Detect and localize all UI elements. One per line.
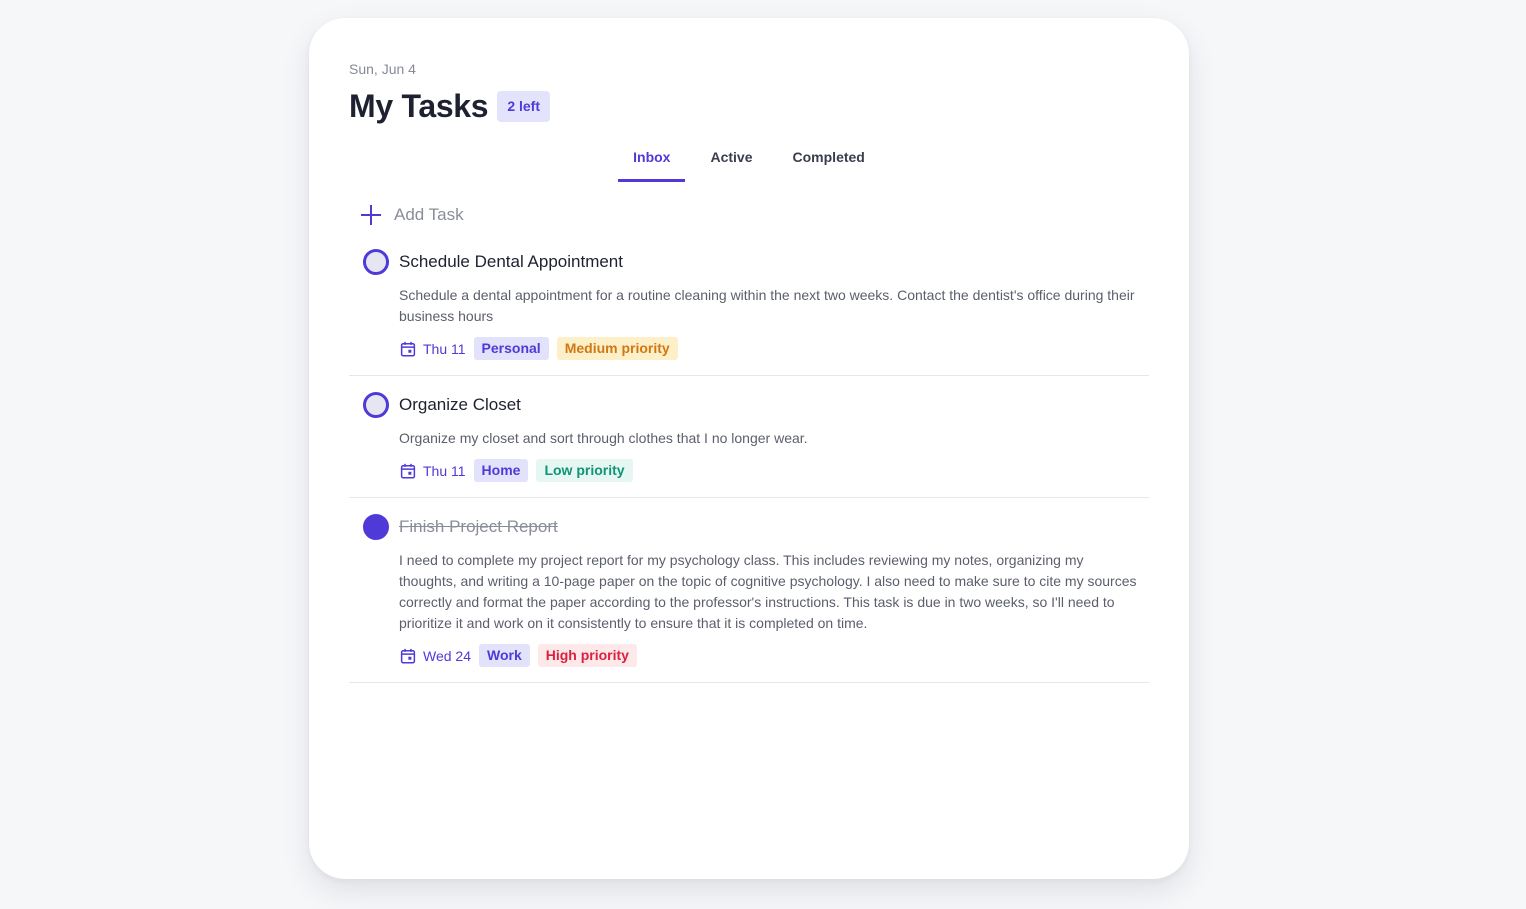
category-tag: Home (473, 459, 529, 482)
task-title[interactable]: Finish Project Report (399, 517, 558, 537)
priority-tag: Low priority (536, 459, 633, 482)
priority-tag: Medium priority (556, 337, 678, 360)
task-meta: Thu 11 Personal Medium priority (399, 337, 1149, 360)
task-due-date: Wed 24 (423, 647, 471, 664)
task-item: Schedule Dental Appointment Schedule a d… (349, 247, 1149, 376)
add-task-button[interactable]: Add Task (349, 200, 1149, 230)
task-due-date: Thu 11 (423, 340, 466, 357)
task-complete-toggle[interactable] (363, 392, 389, 418)
plus-icon (361, 205, 381, 225)
tasks-card: Sun, Jun 4 My Tasks 2 left Inbox Active … (309, 18, 1189, 879)
task-header: Schedule Dental Appointment (349, 247, 1149, 277)
category-tag: Personal (473, 337, 549, 360)
priority-tag: High priority (537, 644, 637, 667)
calendar-icon (400, 341, 416, 356)
task-complete-toggle[interactable] (363, 514, 389, 540)
remaining-count-badge: 2 left (497, 90, 550, 122)
category-tag: Work (479, 644, 530, 667)
add-task-label: Add Task (394, 205, 464, 224)
title-row: My Tasks 2 left (349, 86, 1149, 126)
task-meta: Thu 11 Home Low priority (399, 459, 1149, 482)
task-due-date: Thu 11 (423, 462, 466, 479)
task-description: I need to complete my project report for… (399, 552, 1137, 631)
task-header: Finish Project Report (349, 512, 1149, 542)
task-description: Organize my closet and sort through clot… (399, 430, 808, 446)
tab-bar: Inbox Active Completed (349, 142, 1149, 182)
task-meta: Wed 24 Work High priority (399, 644, 1149, 667)
tab-active[interactable]: Active (695, 142, 767, 182)
tab-inbox[interactable]: Inbox (618, 142, 686, 182)
current-date: Sun, Jun 4 (349, 61, 416, 77)
task-title[interactable]: Organize Closet (399, 395, 521, 415)
task-title[interactable]: Schedule Dental Appointment (399, 252, 623, 272)
tab-completed[interactable]: Completed (778, 142, 880, 182)
calendar-icon (400, 648, 416, 663)
calendar-icon (400, 463, 416, 478)
page-title: My Tasks (349, 87, 489, 124)
task-complete-toggle[interactable] (363, 249, 389, 275)
task-description: Schedule a dental appointment for a rout… (399, 287, 1135, 324)
task-header: Organize Closet (349, 390, 1149, 420)
task-item: Organize Closet Organize my closet and s… (349, 390, 1149, 498)
task-item: Finish Project Report I need to complete… (349, 512, 1149, 683)
